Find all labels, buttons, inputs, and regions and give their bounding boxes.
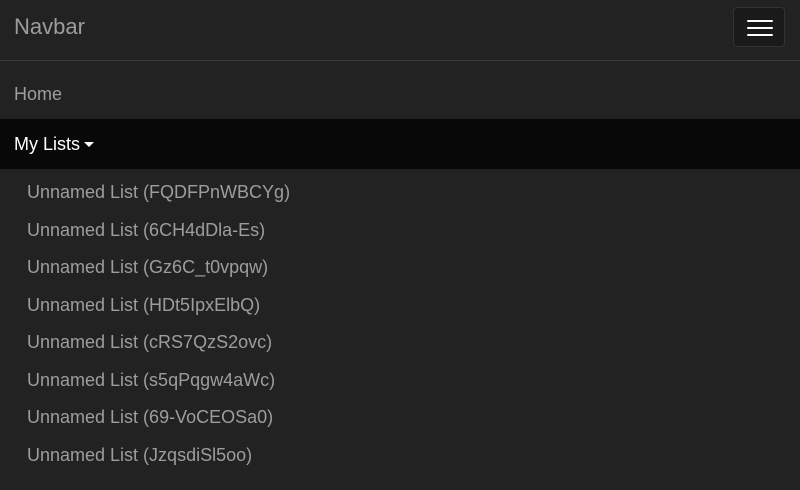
list-item[interactable]: Unnamed List (HDt5IpxElbQ): [0, 287, 800, 325]
list-item[interactable]: Unnamed List (cRS7QzS2ovc): [0, 324, 800, 362]
caret-down-icon: [84, 141, 95, 147]
nav-item-my-lists-label: My Lists: [14, 134, 81, 154]
list-item[interactable]: Unnamed List (s5qPqgw4aWc): [0, 362, 800, 400]
nav-item-my-lists[interactable]: My Lists: [0, 119, 800, 169]
navbar-brand[interactable]: Navbar: [14, 14, 85, 40]
list-item[interactable]: Unnamed List (6CH4dDla-Es): [0, 212, 800, 250]
list-item[interactable]: Unnamed List (Gz6C_t0vpqw): [0, 249, 800, 287]
my-lists-dropdown: Unnamed List (FQDFPnWBCYg) Unnamed List …: [0, 169, 800, 474]
navbar-toggle-button[interactable]: [733, 7, 785, 47]
list-item[interactable]: Unnamed List (JzqsdiSl5oo): [0, 437, 800, 475]
list-item[interactable]: Unnamed List (69-VoCEOSa0): [0, 399, 800, 437]
navbar-header: Navbar: [0, 0, 800, 61]
nav-item-home-label: Home: [14, 84, 63, 104]
list-item[interactable]: Unnamed List (FQDFPnWBCYg): [0, 174, 800, 212]
nav-item-home[interactable]: Home: [0, 69, 800, 119]
nav-menu: Home My Lists: [0, 69, 800, 169]
navbar: Navbar Home My Lists Unnamed List (FQDFP…: [0, 0, 800, 490]
